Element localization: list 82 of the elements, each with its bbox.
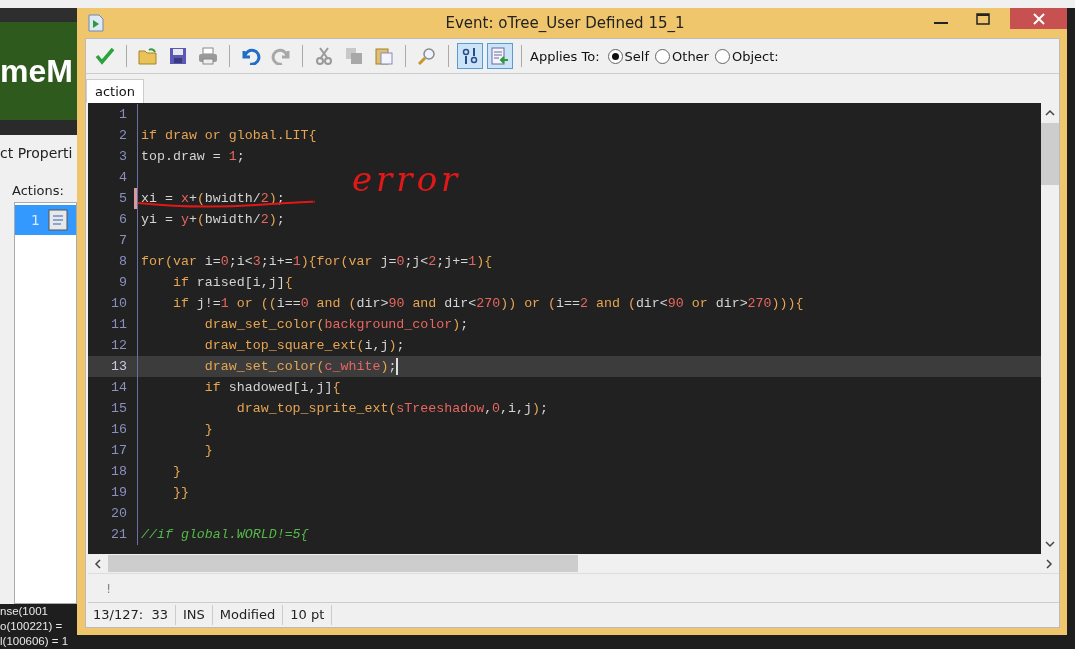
line-number: 21 xyxy=(110,527,127,542)
scroll-left-icon xyxy=(94,558,102,569)
code-line: if j!=1 or ((i==0 and (dir>90 and dir<270)) or (i==2 and (dir<90 or dir>270))){ xyxy=(171,296,804,311)
code-line: } xyxy=(203,422,213,437)
code-line: } xyxy=(171,464,181,479)
window-title: Event: oTree_User Defined 15_1 xyxy=(445,14,685,32)
code-view-toggle[interactable] xyxy=(487,43,513,69)
close-button[interactable] xyxy=(1010,8,1067,29)
sliders-icon xyxy=(462,47,478,65)
code-line: }} xyxy=(171,485,189,500)
undo-arrow-icon xyxy=(241,47,261,65)
line-number: 13 xyxy=(110,359,127,374)
line-number: 14 xyxy=(110,380,127,395)
code-line: draw_top_sprite_ext(sTreeshadow,0,i,j); xyxy=(235,401,548,416)
scroll-thumb[interactable] xyxy=(108,555,578,572)
code-line: for(var i=0;i<3;i+=1){for(var j=0;j<2;j+=1){ xyxy=(140,254,493,269)
printer-icon xyxy=(198,47,218,65)
line-number: 3 xyxy=(118,149,127,164)
line-number: 9 xyxy=(118,275,127,290)
console-line: nse(1001 xyxy=(0,604,48,619)
applies-to-radio[interactable]: Object: xyxy=(714,48,779,64)
code-line: } xyxy=(203,443,213,458)
line-number: 18 xyxy=(110,464,127,479)
close-icon xyxy=(1032,12,1045,25)
code-line: if shadowed[i,j]{ xyxy=(203,380,341,395)
code-line: if draw or global.LIT{ xyxy=(140,128,317,143)
code-line: yi = y+(bwidth/2); xyxy=(140,212,285,227)
scissors-icon xyxy=(316,47,332,65)
applies-to-radio[interactable]: Self xyxy=(607,48,650,64)
maximize-icon xyxy=(976,12,990,25)
line-number: 17 xyxy=(110,443,127,458)
line-number: 16 xyxy=(110,422,127,437)
search-icon xyxy=(417,47,437,65)
code-editor[interactable] xyxy=(88,103,1041,554)
script-icon xyxy=(88,14,104,32)
console-line: l(100606) = 1 xyxy=(0,634,69,649)
document-icon xyxy=(47,209,68,231)
code-line: top.draw = 1; xyxy=(140,149,245,164)
code-line: draw_set_color(c_white); xyxy=(203,359,397,374)
status-field: 13/127: 33 xyxy=(86,605,176,625)
code-line: draw_set_color(background_color); xyxy=(203,317,469,332)
logo-banner: meM xyxy=(0,22,77,120)
scroll-down-icon xyxy=(1045,540,1055,548)
console-line: o(100221) = xyxy=(0,619,63,634)
line-number: 20 xyxy=(110,506,127,521)
copy-icon xyxy=(345,47,363,65)
scroll-right-icon xyxy=(1045,558,1053,569)
applies-to-label: Applies To: xyxy=(530,48,600,64)
line-number: 19 xyxy=(110,485,127,500)
minimize-icon xyxy=(934,21,948,24)
status-field: Modified xyxy=(212,605,284,625)
line-number: 11 xyxy=(110,317,127,332)
folder-icon xyxy=(138,47,158,65)
document-arrow-icon xyxy=(491,47,509,65)
line-number: 8 xyxy=(118,254,127,269)
scroll-up-icon xyxy=(1045,109,1055,117)
text-cursor xyxy=(396,358,399,375)
code-line: //if global.WORLD!=5{ xyxy=(140,527,309,542)
checkmark-icon xyxy=(95,47,115,65)
clipboard-icon xyxy=(375,47,393,65)
line-number: 6 xyxy=(118,212,127,227)
message-text: ! xyxy=(106,580,112,596)
line-number: 15 xyxy=(110,401,127,416)
redo-arrow-icon xyxy=(271,47,291,65)
actions-label: Actions: xyxy=(12,183,65,198)
line-number: 10 xyxy=(110,296,127,311)
status-field: 10 pt xyxy=(283,605,333,625)
line-number: 5 xyxy=(118,191,127,206)
handwritten-note: error xyxy=(352,159,462,199)
options-toggle[interactable] xyxy=(457,43,483,69)
action-tab[interactable]: action xyxy=(86,79,144,103)
line-number: 2 xyxy=(118,128,127,143)
scroll-thumb[interactable] xyxy=(1041,123,1059,185)
applies-to-radio[interactable]: Other xyxy=(655,48,709,64)
line-number: 7 xyxy=(118,233,127,248)
line-number: 1 xyxy=(118,107,127,122)
line-number: 12 xyxy=(110,338,127,353)
code-line: if raised[i,j]{ xyxy=(171,275,293,290)
line-number: 4 xyxy=(118,170,127,185)
status-field: INS xyxy=(175,605,213,625)
panel-title: ct Properti xyxy=(0,145,73,163)
code-line: draw_top_square_ext(i,j); xyxy=(203,338,405,353)
